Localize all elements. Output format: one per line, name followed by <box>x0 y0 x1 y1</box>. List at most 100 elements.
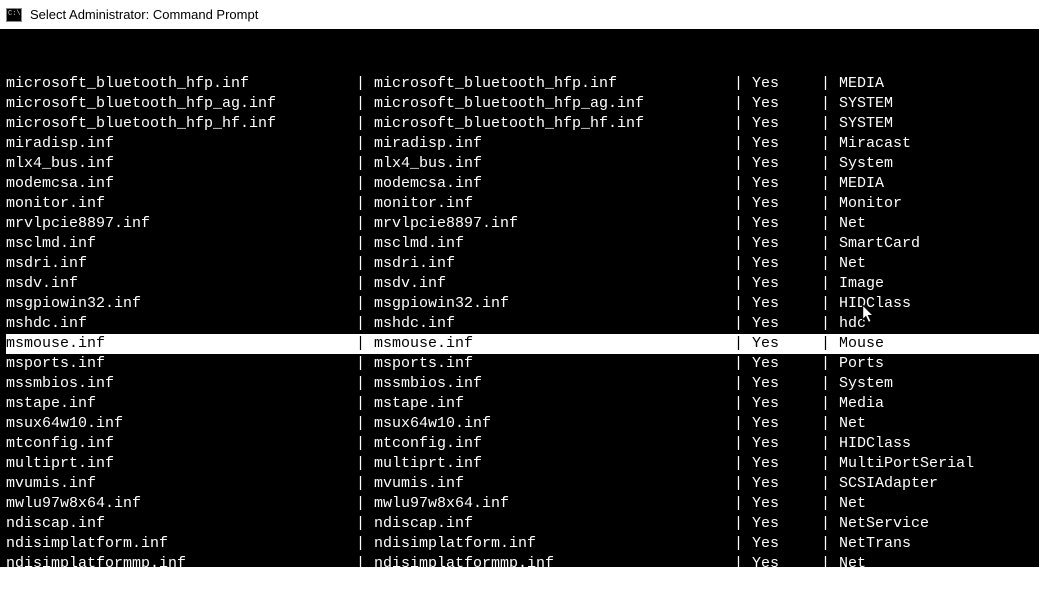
cell-inbox: Yes <box>752 454 821 474</box>
cell-inbox: Yes <box>752 334 821 354</box>
table-row[interactable]: msdri.inf| msdri.inf| Yes| Net <box>6 254 1039 274</box>
table-row[interactable]: mwlu97w8x64.inf| mwlu97w8x64.inf| Yes| N… <box>6 494 1039 514</box>
table-row[interactable]: multiprt.inf| multiprt.inf| Yes| MultiPo… <box>6 454 1039 474</box>
column-separator: | <box>356 334 374 354</box>
cell-class: Media <box>839 394 1039 414</box>
cell-class: Mouse <box>839 334 1039 354</box>
cell-inbox: Yes <box>752 194 821 214</box>
column-separator: | <box>821 174 839 194</box>
column-separator: | <box>821 94 839 114</box>
cell-published-name: mshdc.inf <box>6 314 356 334</box>
column-separator: | <box>734 154 752 174</box>
cmd-icon <box>6 8 22 22</box>
cell-inbox: Yes <box>752 414 821 434</box>
table-row[interactable]: ndiscap.inf| ndiscap.inf| Yes| NetServic… <box>6 514 1039 534</box>
cell-class: SCSIAdapter <box>839 474 1039 494</box>
column-separator: | <box>734 134 752 154</box>
cell-published-name: microsoft_bluetooth_hfp_hf.inf <box>6 114 356 134</box>
column-separator: | <box>734 474 752 494</box>
column-separator: | <box>734 454 752 474</box>
cell-published-name: miradisp.inf <box>6 134 356 154</box>
cell-published-name: mwlu97w8x64.inf <box>6 494 356 514</box>
table-row[interactable]: microsoft_bluetooth_hfp_ag.inf| microsof… <box>6 94 1039 114</box>
cell-class: NetTrans <box>839 574 1039 594</box>
column-separator: | <box>821 314 839 334</box>
column-separator: | <box>821 354 839 374</box>
column-separator: | <box>734 494 752 514</box>
table-row[interactable]: mlx4_bus.inf| mlx4_bus.inf| Yes| System <box>6 154 1039 174</box>
table-row[interactable]: msdv.inf| msdv.inf| Yes| Image <box>6 274 1039 294</box>
table-row[interactable]: microsoft_bluetooth_hfp.inf| microsoft_b… <box>6 74 1039 94</box>
cell-published-name: microsoft_bluetooth_hfp_ag.inf <box>6 94 356 114</box>
cell-original-name: msports.inf <box>374 354 734 374</box>
cell-class: SYSTEM <box>839 94 1039 114</box>
column-separator: | <box>821 334 839 354</box>
cell-class: Net <box>839 554 1039 574</box>
cell-original-name: msmouse.inf <box>374 334 734 354</box>
column-separator: | <box>356 114 374 134</box>
column-separator: | <box>821 114 839 134</box>
cell-published-name: ndisimplatformmp.inf <box>6 554 356 574</box>
column-separator: | <box>356 474 374 494</box>
column-separator: | <box>734 554 752 574</box>
cell-published-name: ndisuio.inf <box>6 574 356 594</box>
table-row[interactable]: ndisuio.inf| ndisuio.inf| Yes| NetTrans <box>6 574 1039 594</box>
table-row[interactable]: msmouse.inf| msmouse.inf| Yes| Mouse <box>6 334 1039 354</box>
table-row[interactable]: mvumis.inf| mvumis.inf| Yes| SCSIAdapter <box>6 474 1039 494</box>
table-row[interactable]: mssmbios.inf| mssmbios.inf| Yes| System <box>6 374 1039 394</box>
cell-inbox: Yes <box>752 554 821 574</box>
table-row[interactable]: mtconfig.inf| mtconfig.inf| Yes| HIDClas… <box>6 434 1039 454</box>
table-row[interactable]: msgpiowin32.inf| msgpiowin32.inf| Yes| H… <box>6 294 1039 314</box>
cell-original-name: ndisuio.inf <box>374 574 734 594</box>
table-row[interactable]: ndisimplatform.inf| ndisimplatform.inf| … <box>6 534 1039 554</box>
cell-original-name: mstape.inf <box>374 394 734 414</box>
cell-original-name: ndisimplatformmp.inf <box>374 554 734 574</box>
table-row[interactable]: msclmd.inf| msclmd.inf| Yes| SmartCard <box>6 234 1039 254</box>
column-separator: | <box>356 494 374 514</box>
table-row[interactable]: modemcsa.inf| modemcsa.inf| Yes| MEDIA <box>6 174 1039 194</box>
table-row[interactable]: monitor.inf| monitor.inf| Yes| Monitor <box>6 194 1039 214</box>
column-separator: | <box>356 534 374 554</box>
table-row[interactable]: msports.inf| msports.inf| Yes| Ports <box>6 354 1039 374</box>
cell-inbox: Yes <box>752 174 821 194</box>
table-row[interactable]: mrvlpcie8897.inf| mrvlpcie8897.inf| Yes|… <box>6 214 1039 234</box>
column-separator: | <box>734 274 752 294</box>
column-separator: | <box>356 194 374 214</box>
cell-inbox: Yes <box>752 234 821 254</box>
column-separator: | <box>734 374 752 394</box>
cell-inbox: Yes <box>752 374 821 394</box>
cell-inbox: Yes <box>752 214 821 234</box>
terminal-output[interactable]: microsoft_bluetooth_hfp.inf| microsoft_b… <box>0 30 1039 567</box>
table-row[interactable]: mshdc.inf| mshdc.inf| Yes| hdc <box>6 314 1039 334</box>
column-separator: | <box>821 134 839 154</box>
cell-inbox: Yes <box>752 434 821 454</box>
column-separator: | <box>356 574 374 594</box>
column-separator: | <box>821 374 839 394</box>
column-separator: | <box>356 454 374 474</box>
cell-inbox: Yes <box>752 94 821 114</box>
window-title: Select Administrator: Command Prompt <box>30 7 258 22</box>
column-separator: | <box>356 94 374 114</box>
table-row[interactable]: mstape.inf| mstape.inf| Yes| Media <box>6 394 1039 414</box>
table-row[interactable]: msux64w10.inf| msux64w10.inf| Yes| Net <box>6 414 1039 434</box>
cell-published-name: mvumis.inf <box>6 474 356 494</box>
table-row[interactable]: ndisimplatformmp.inf| ndisimplatformmp.i… <box>6 554 1039 574</box>
cell-inbox: Yes <box>752 394 821 414</box>
cell-inbox: Yes <box>752 574 821 594</box>
cell-original-name: monitor.inf <box>374 194 734 214</box>
column-separator: | <box>821 574 839 594</box>
cell-class: Net <box>839 214 1039 234</box>
cell-original-name: mshdc.inf <box>374 314 734 334</box>
column-separator: | <box>734 314 752 334</box>
column-separator: | <box>734 414 752 434</box>
titlebar[interactable]: Select Administrator: Command Prompt <box>0 0 1039 30</box>
table-row[interactable]: miradisp.inf| miradisp.inf| Yes| Miracas… <box>6 134 1039 154</box>
cell-inbox: Yes <box>752 494 821 514</box>
table-row[interactable]: microsoft_bluetooth_hfp_hf.inf| microsof… <box>6 114 1039 134</box>
cell-class: hdc <box>839 314 1039 334</box>
cell-class: Image <box>839 274 1039 294</box>
cell-published-name: ndisimplatform.inf <box>6 534 356 554</box>
column-separator: | <box>734 574 752 594</box>
cell-original-name: msdv.inf <box>374 274 734 294</box>
cell-class: Ports <box>839 354 1039 374</box>
